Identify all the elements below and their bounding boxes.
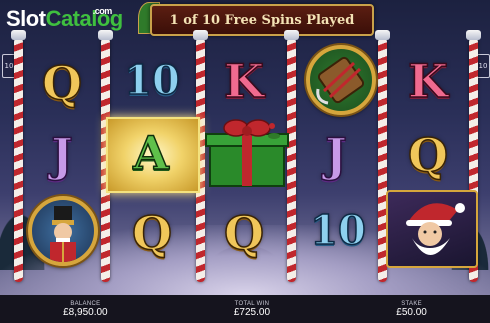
- stake-display[interactable]: STAKE £50.00: [396, 301, 427, 318]
- stake-value: £50.00: [396, 306, 427, 318]
- reel5-row2-symbol: Q: [388, 118, 468, 192]
- symbol-letter: 10: [309, 207, 366, 254]
- santa-icon: [406, 203, 465, 255]
- reel3-row1-symbol: K: [204, 44, 284, 118]
- symbol-letter: J: [50, 128, 73, 182]
- reel1-row2-symbol: J: [22, 118, 102, 192]
- symbol-letter: J: [324, 128, 347, 182]
- nutcracker-symbol: [28, 196, 98, 266]
- left-icon-label: 10: [4, 62, 14, 70]
- symbol-letter: Q: [41, 56, 83, 110]
- symbol-letter: K: [407, 54, 448, 108]
- symbol-letter: 10: [123, 57, 180, 104]
- reel1-row1-symbol: Q: [22, 46, 102, 120]
- slotcatalog-logo: Slot Catalog .com: [6, 6, 123, 32]
- balance-display: BALANCE £8,950.00: [63, 301, 108, 318]
- balance-value: £8,950.00: [63, 306, 108, 318]
- santa-symbol: [386, 190, 478, 268]
- right-icon-label: 10: [478, 62, 488, 70]
- symbol-letter: Q: [407, 128, 449, 182]
- logo-part-1: Slot: [6, 6, 46, 31]
- reel4-row3-symbol: 10: [298, 194, 378, 268]
- gift-symbol: [202, 116, 292, 190]
- total-win-value: £725.00: [233, 306, 271, 318]
- sleigh-symbol: [306, 45, 376, 115]
- logo-suffix: .com: [92, 6, 113, 16]
- symbol-letter: Q: [131, 206, 173, 260]
- free-spins-text: 1 of 10 Free Spins Played: [169, 12, 355, 28]
- symbol-letter: Q: [223, 206, 265, 260]
- reel4-row2-symbol: J: [296, 118, 376, 192]
- reel2-row1-symbol: 10: [112, 44, 192, 118]
- gift-box-icon: [205, 119, 289, 187]
- reel3-row3-symbol: Q: [204, 196, 284, 270]
- game-stage: Slot Catalog .com 1 of 10 Free Spins Playe…: [0, 0, 490, 323]
- symbol-letter: K: [223, 54, 264, 108]
- sleigh-icon: [316, 56, 365, 105]
- total-win-display: TOTAL WIN £725.00: [234, 301, 270, 318]
- reel2-row3-symbol: Q: [112, 196, 192, 270]
- symbol-letter: A: [132, 126, 169, 180]
- footer-bar: BALANCE £8,950.00 TOTAL WIN £725.00 STAK…: [0, 295, 490, 323]
- nutcracker-icon: [50, 206, 76, 262]
- reel5-row1-symbol: K: [388, 44, 468, 118]
- free-spins-banner: 1 of 10 Free Spins Played: [150, 4, 374, 36]
- right-paytable-icon[interactable]: 10: [476, 54, 490, 78]
- reel2-row2-symbol: A: [111, 116, 191, 190]
